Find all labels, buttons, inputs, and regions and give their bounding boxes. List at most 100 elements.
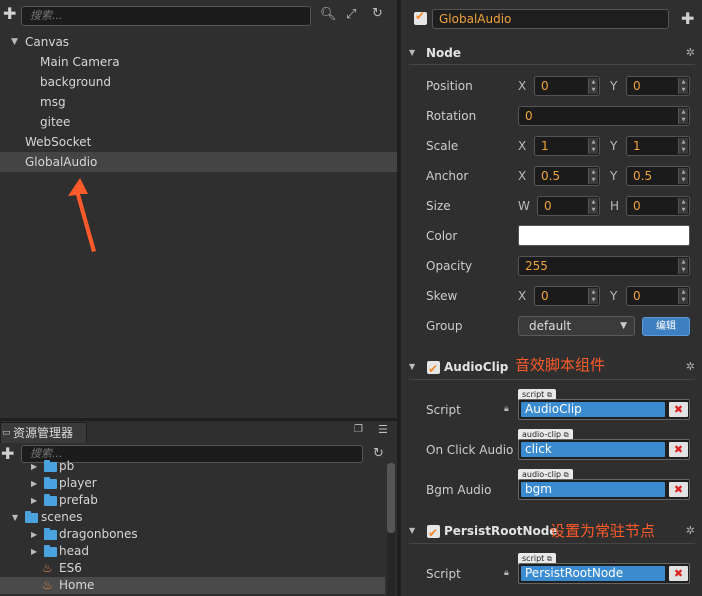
- anchor-y-label: Y: [610, 169, 618, 183]
- node-section-title: Node: [426, 46, 462, 60]
- section-divider: [409, 543, 695, 544]
- maximize-icon[interactable]: ❐: [354, 424, 363, 435]
- hierarchy-search-input[interactable]: 搜索...: [21, 6, 311, 26]
- assets-scrollbar-thumb[interactable]: [387, 463, 395, 533]
- link-icon[interactable]: ⧉: [547, 555, 552, 563]
- asset-item-head[interactable]: ▶ head: [0, 543, 385, 560]
- node-active-checkbox[interactable]: [414, 9, 427, 25]
- tree-item-gitee[interactable]: gitee: [0, 112, 397, 132]
- stepper-icon[interactable]: ▲ ▼: [588, 198, 598, 214]
- on-click-audio-label: On Click Audio: [426, 443, 514, 457]
- asset-item-home[interactable]: ♨ Home: [0, 577, 385, 594]
- group-select[interactable]: default ▼: [518, 316, 635, 336]
- expand-arrow-icon[interactable]: ▶: [31, 458, 37, 475]
- tab-assets[interactable]: ▭ 资源管理器: [0, 422, 87, 443]
- asset-item-dragonbones[interactable]: ▶ dragonbones: [0, 526, 385, 543]
- stepper-icon[interactable]: ▲ ▼: [678, 108, 688, 124]
- asset-item-pb[interactable]: ▶ pb: [0, 458, 385, 475]
- node-section-header[interactable]: ▼ Node ✲: [409, 42, 697, 64]
- expand-icon[interactable]: ⤢: [346, 7, 356, 22]
- asset-item-es6[interactable]: ♨ ES6: [0, 560, 385, 577]
- audio-ref-box[interactable]: bgm ✖: [518, 479, 690, 500]
- clear-icon[interactable]: ✖: [669, 442, 688, 457]
- expand-arrow-icon[interactable]: ▶: [31, 492, 37, 509]
- tree-item-msg[interactable]: msg: [0, 92, 397, 112]
- script-ref-box[interactable]: AudioClip ✖: [518, 399, 690, 420]
- expand-arrow-icon[interactable]: ▶: [31, 543, 37, 560]
- stepper-icon[interactable]: ▲ ▼: [678, 198, 688, 214]
- anchor-x-input[interactable]: 0.5 ▲ ▼: [534, 166, 600, 186]
- stepper-icon[interactable]: ▲ ▼: [678, 78, 688, 94]
- tree-item-main-camera[interactable]: Main Camera: [0, 52, 397, 72]
- size-w-input[interactable]: 0 ▲ ▼: [537, 196, 600, 216]
- stepper-icon[interactable]: ▲ ▼: [678, 258, 688, 274]
- audioclip-script-field[interactable]: script ⧉ AudioClip ✖: [518, 389, 690, 421]
- collapse-arrow-icon[interactable]: ▼: [11, 32, 18, 52]
- menu-icon[interactable]: ☰: [378, 423, 388, 436]
- section-divider: [409, 379, 695, 380]
- script-tag-label: script: [522, 390, 545, 399]
- skew-x-input[interactable]: 0 ▲ ▼: [534, 286, 600, 306]
- opacity-input[interactable]: 255 ▲ ▼: [518, 256, 690, 276]
- link-icon[interactable]: ⧉: [564, 471, 569, 479]
- skew-y-input[interactable]: 0 ▲ ▼: [626, 286, 690, 306]
- search-icon[interactable]: 🔍︎: [320, 7, 337, 22]
- scale-x-input[interactable]: 1 ▲ ▼: [534, 136, 600, 156]
- asset-item-prefab[interactable]: ▶ prefab: [0, 492, 385, 509]
- collapse-arrow-icon[interactable]: ▼: [409, 356, 415, 378]
- gear-icon[interactable]: ✲: [686, 356, 695, 378]
- persist-script-label: Script: [426, 567, 461, 581]
- stepper-icon[interactable]: ▲ ▼: [588, 168, 598, 184]
- stepper-icon[interactable]: ▲ ▼: [588, 78, 598, 94]
- audio-ref-value: bgm: [521, 482, 665, 497]
- collapse-arrow-icon[interactable]: ▼: [409, 520, 415, 542]
- asset-item-scenes[interactable]: ▼ scenes: [0, 509, 385, 526]
- on-click-audio-field[interactable]: audio-clip ⧉ click ✖: [518, 429, 690, 461]
- tree-item-background[interactable]: background: [0, 72, 397, 92]
- assets-panel: ▭ 资源管理器 ❐ ☰ ✚ 搜索... ↻ ▶ pb ▶ player ▶ pr…: [0, 421, 397, 596]
- size-h-input[interactable]: 0 ▲ ▼: [626, 196, 690, 216]
- link-icon[interactable]: ⧉: [547, 391, 552, 399]
- rotation-input[interactable]: 0 ▲ ▼: [518, 106, 690, 126]
- link-icon[interactable]: ⧉: [564, 431, 569, 439]
- clear-icon[interactable]: ✖: [669, 566, 688, 581]
- audioclip-enabled-checkbox[interactable]: [427, 358, 440, 380]
- collapse-arrow-icon[interactable]: ▼: [12, 509, 18, 526]
- asset-item-label: player: [59, 476, 97, 490]
- bgm-audio-field[interactable]: audio-clip ⧉ bgm ✖: [518, 469, 690, 501]
- tree-item-canvas[interactable]: ▼ Canvas: [0, 32, 397, 52]
- persist-script-field[interactable]: script ⧉ PersistRootNode ✖: [518, 553, 690, 585]
- color-picker[interactable]: [518, 225, 690, 246]
- position-y-input[interactable]: 0 ▲ ▼: [626, 76, 690, 96]
- stepper-icon[interactable]: ▲ ▼: [678, 168, 688, 184]
- gear-icon[interactable]: ✲: [686, 42, 695, 64]
- asset-item-player[interactable]: ▶ player: [0, 475, 385, 492]
- stepper-icon[interactable]: ▲ ▼: [588, 138, 598, 154]
- clear-icon[interactable]: ✖: [669, 482, 688, 497]
- stepper-icon[interactable]: ▲ ▼: [588, 288, 598, 304]
- scale-label: Scale: [426, 139, 459, 153]
- add-component-button[interactable]: ✚: [681, 9, 694, 28]
- position-x-input[interactable]: 0 ▲ ▼: [534, 76, 600, 96]
- anchor-label: Anchor: [426, 169, 469, 183]
- stepper-icon[interactable]: ▲ ▼: [678, 288, 688, 304]
- clear-icon[interactable]: ✖: [669, 402, 688, 417]
- tree-item-globalaudio[interactable]: GlobalAudio: [0, 152, 397, 172]
- node-name-input[interactable]: GlobalAudio: [432, 9, 669, 29]
- stepper-icon[interactable]: ▲ ▼: [678, 138, 688, 154]
- refresh-icon[interactable]: ↻: [372, 6, 383, 21]
- script-ref-box[interactable]: PersistRootNode ✖: [518, 563, 690, 584]
- edit-group-button[interactable]: 编辑: [642, 317, 690, 336]
- tree-item-websocket[interactable]: WebSocket: [0, 132, 397, 152]
- collapse-arrow-icon[interactable]: ▼: [409, 42, 415, 64]
- anchor-y-input[interactable]: 0.5 ▲ ▼: [626, 166, 690, 186]
- add-node-button[interactable]: ✚: [3, 4, 16, 23]
- expand-arrow-icon[interactable]: ▶: [31, 526, 37, 543]
- audio-ref-box[interactable]: click ✖: [518, 439, 690, 460]
- expand-arrow-icon[interactable]: ▶: [31, 475, 37, 492]
- size-w-label: W: [518, 199, 530, 213]
- skew-y-value: 0: [633, 289, 641, 303]
- persist-enabled-checkbox[interactable]: [427, 522, 440, 544]
- gear-icon[interactable]: ✲: [686, 520, 695, 542]
- scale-y-input[interactable]: 1 ▲ ▼: [626, 136, 690, 156]
